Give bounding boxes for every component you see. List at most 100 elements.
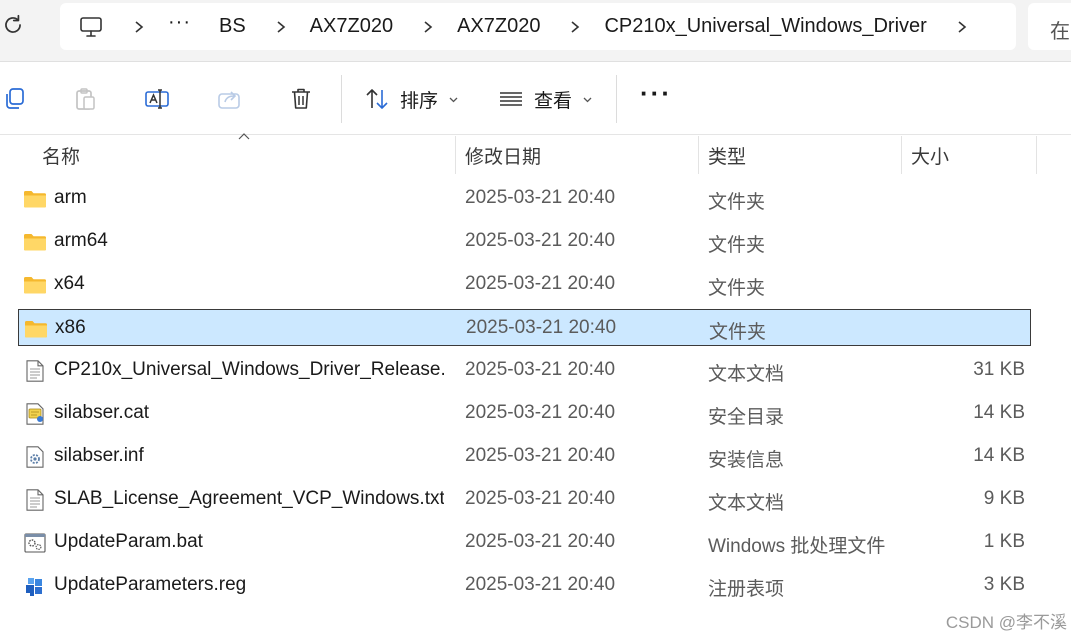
file-row[interactable]: arm 2025-03-21 20:40 文件夹: [18, 180, 1031, 217]
more-icon: ···: [640, 77, 672, 108]
file-row[interactable]: CP210x_Universal_Windows_Driver_Release.…: [18, 352, 1031, 389]
chevron-right-icon[interactable]: [955, 20, 969, 34]
folder-icon: [24, 318, 48, 340]
view-icon: [500, 92, 522, 106]
setup-info-icon: [23, 446, 47, 468]
search-placeholder: 在: [1050, 21, 1070, 43]
more-options-button[interactable]: ···: [640, 78, 672, 115]
copy-button[interactable]: [2, 83, 28, 115]
file-date: 2025-03-21 20:40: [466, 317, 617, 338]
column-divider[interactable]: [901, 136, 902, 174]
chevron-down-icon: [449, 97, 458, 102]
trash-icon: [292, 88, 310, 109]
file-date: 2025-03-21 20:40: [465, 574, 616, 595]
toolbar-divider: [616, 75, 617, 123]
folder-icon: [23, 231, 47, 253]
file-row[interactable]: silabser.cat 2025-03-21 20:40 安全目录 14 KB: [18, 395, 1031, 432]
file-row-selected[interactable]: x86 2025-03-21 20:40 文件夹: [18, 309, 1031, 346]
column-divider[interactable]: [698, 136, 699, 174]
address-bar-region: ··· BS AX7Z020 AX7Z020 CP210x_Universal_…: [0, 0, 1071, 62]
view-button[interactable]: 查看: [498, 83, 593, 115]
share-button[interactable]: [216, 83, 242, 115]
copy-icon: [6, 88, 24, 109]
batch-file-icon: [23, 532, 47, 554]
column-divider[interactable]: [455, 136, 456, 174]
chevron-down-icon: [583, 97, 592, 102]
column-header-row: 名称 修改日期 类型 大小: [0, 136, 1071, 174]
column-divider[interactable]: [1036, 136, 1037, 174]
paste-button[interactable]: [72, 83, 98, 115]
file-row[interactable]: silabser.inf 2025-03-21 20:40 安装信息 14 KB: [18, 438, 1031, 475]
file-type: 文件夹: [708, 235, 766, 256]
column-header-size[interactable]: 大小: [911, 142, 949, 169]
text-file-icon: [23, 360, 47, 382]
file-name: UpdateParameters.reg: [54, 574, 247, 595]
file-date: 2025-03-21 20:40: [465, 187, 616, 208]
file-date: 2025-03-21 20:40: [465, 273, 616, 294]
file-date: 2025-03-21 20:40: [465, 359, 616, 380]
file-size: 31 KB: [973, 359, 1025, 380]
file-row[interactable]: SLAB_License_Agreement_VCP_Windows.txt 20…: [18, 481, 1031, 518]
folder-icon: [23, 188, 47, 210]
column-header-name[interactable]: 名称: [42, 142, 80, 169]
file-name: silabser.inf: [54, 445, 144, 466]
file-date: 2025-03-21 20:40: [465, 230, 616, 251]
file-size: 14 KB: [973, 445, 1025, 466]
breadcrumb-item-bs[interactable]: BS: [219, 15, 246, 38]
file-name: silabser.cat: [54, 402, 150, 423]
file-name: UpdateParam.bat: [54, 531, 203, 552]
file-name: CP210x_Universal_Windows_Driver_Release.…: [54, 359, 444, 380]
share-icon: [218, 91, 240, 109]
file-size: 1 KB: [983, 531, 1025, 552]
file-date: 2025-03-21 20:40: [465, 531, 616, 552]
file-type: 注册表项: [708, 579, 785, 600]
file-name: x64: [54, 273, 85, 294]
chevron-right-icon[interactable]: [132, 20, 146, 34]
chevron-right-icon[interactable]: [421, 20, 435, 34]
file-name: arm: [54, 187, 87, 208]
chevron-right-icon[interactable]: [274, 20, 288, 34]
file-type: 文件夹: [708, 278, 766, 299]
sort-button[interactable]: 排序: [364, 83, 459, 115]
file-row[interactable]: x64 2025-03-21 20:40 文件夹: [18, 266, 1031, 303]
file-date: 2025-03-21 20:40: [465, 402, 616, 423]
refresh-icon: [5, 14, 21, 33]
file-type: 安全目录: [708, 407, 785, 428]
rename-button[interactable]: [144, 83, 170, 115]
file-type: 文本文档: [708, 364, 785, 385]
refresh-button[interactable]: [0, 12, 28, 40]
sort-label: 排序: [400, 90, 439, 112]
breadcrumb-item-ax7z020[interactable]: AX7Z020: [310, 15, 393, 38]
file-row[interactable]: UpdateParameters.reg 2025-03-21 20:40 注册表项…: [18, 567, 1031, 604]
breadcrumb-overflow[interactable]: ···: [168, 11, 191, 34]
delete-button[interactable]: [288, 83, 314, 115]
file-date: 2025-03-21 20:40: [465, 488, 616, 509]
file-size: 14 KB: [973, 402, 1025, 423]
file-name: SLAB_License_Agreement_VCP_Windows.txt: [54, 488, 444, 509]
file-row[interactable]: arm64 2025-03-21 20:40 文件夹: [18, 223, 1031, 260]
file-type: 安装信息: [708, 450, 785, 471]
this-pc-icon[interactable]: [78, 15, 104, 39]
search-box[interactable]: 在: [1028, 3, 1071, 50]
file-size: 3 KB: [983, 574, 1025, 595]
chevron-right-icon[interactable]: [568, 20, 582, 34]
sort-icon: [366, 89, 388, 109]
file-row[interactable]: UpdateParam.bat 2025-03-21 20:40 Windows 批…: [18, 524, 1031, 561]
file-type: 文件夹: [708, 192, 766, 213]
command-bar: 排序 查看 ···: [0, 63, 1071, 135]
paste-icon: [76, 88, 95, 110]
breadcrumb-item-ax7z020-sub[interactable]: AX7Z020: [457, 15, 540, 38]
breadcrumb-item-current[interactable]: CP210x_Universal_Windows_Driver: [604, 15, 926, 38]
watermark: CSDN @李不溪: [945, 613, 1067, 632]
column-header-date[interactable]: 修改日期: [465, 142, 541, 169]
file-type: Windows 批处理文件: [708, 536, 886, 557]
breadcrumb[interactable]: ··· BS AX7Z020 AX7Z020 CP210x_Universal_…: [60, 3, 1016, 50]
rename-icon: [145, 89, 169, 109]
view-label: 查看: [534, 90, 573, 112]
file-size: 9 KB: [983, 488, 1025, 509]
file-type: 文本文档: [708, 493, 785, 514]
column-header-type[interactable]: 类型: [708, 142, 746, 169]
security-catalog-icon: [23, 403, 47, 425]
text-file-icon: [23, 489, 47, 511]
registry-file-icon: [23, 575, 47, 597]
